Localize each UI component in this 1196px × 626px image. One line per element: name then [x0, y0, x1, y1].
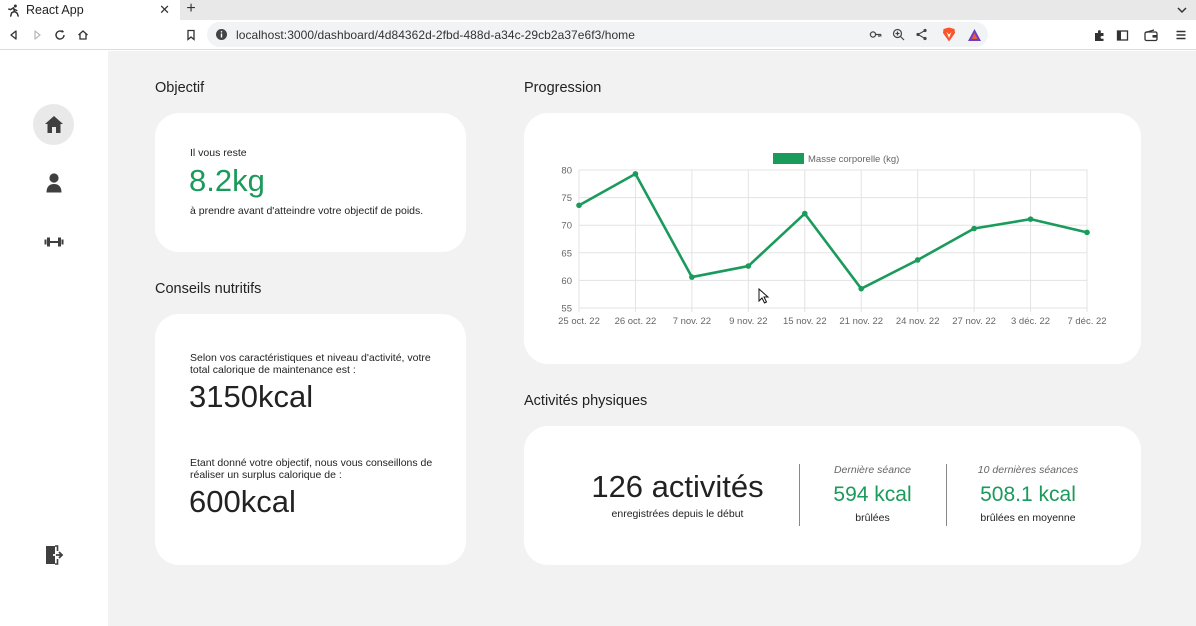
- x-tick-label: 27 nov. 22: [952, 316, 996, 327]
- progression-title: Progression: [524, 80, 602, 96]
- nav-profile[interactable]: [33, 162, 74, 203]
- legend-swatch: [773, 153, 804, 164]
- data-point: [858, 285, 865, 292]
- x-tick-label: 7 nov. 22: [673, 316, 711, 327]
- x-tick-label: 21 nov. 22: [839, 316, 883, 327]
- avg-sessions-label: 10 dernières séances: [977, 464, 1079, 476]
- address-bar[interactable]: localhost:3000/dashboard/4d84362d-2fbd-4…: [207, 22, 988, 47]
- rewards-triangle-icon[interactable]: [967, 27, 982, 42]
- conseils-card: Selon vos caractéristiques et niveau d'a…: [155, 314, 466, 565]
- tab-title: React App: [26, 3, 84, 17]
- activites-title: Activités physiques: [524, 393, 648, 409]
- series-line: [578, 172, 1088, 290]
- y-tick-label: 75: [561, 193, 572, 204]
- y-tick-label: 70: [561, 221, 572, 232]
- activity-count: 126 activités: [591, 469, 764, 504]
- user-icon: [46, 172, 62, 193]
- share-icon[interactable]: [914, 27, 929, 42]
- url-text: localhost:3000/dashboard/4d84362d-2fbd-4…: [236, 27, 635, 42]
- close-tab-icon[interactable]: ✕: [159, 2, 170, 18]
- activity-count-sub: enregistrées depuis le début: [611, 508, 744, 520]
- avg-sessions-sub: brûlées en moyenne: [980, 512, 1076, 524]
- menu-icon[interactable]: [1173, 27, 1189, 43]
- data-point: [1027, 216, 1034, 222]
- weight-line-chart: 55 60 65 70 75 80 25 oct. 22 26 oct. 22 7 nov. 2…: [558, 153, 1107, 327]
- zoom-icon[interactable]: [891, 27, 906, 42]
- surplus-value: 600kcal: [189, 484, 296, 519]
- divider: [799, 464, 800, 526]
- y-tick-label: 55: [561, 304, 572, 315]
- browser-tab-bar: React App ✕ +: [0, 0, 1196, 20]
- nav-logout[interactable]: [33, 534, 74, 575]
- data-point: [576, 202, 582, 209]
- objectif-title: Objectif: [155, 80, 205, 96]
- data-point: [971, 225, 977, 232]
- key-icon[interactable]: [868, 27, 883, 42]
- extensions-icon[interactable]: [1091, 27, 1107, 43]
- browser-toolbar: localhost:3000/dashboard/4d84362d-2fbd-4…: [0, 20, 1196, 50]
- tab-list-chevron-icon[interactable]: [1176, 3, 1188, 15]
- maintenance-value: 3150kcal: [189, 379, 314, 414]
- objectif-card: Il vous reste 8.2kg à prendre avant d'at…: [155, 113, 466, 252]
- browser-tab[interactable]: React App ✕: [0, 0, 180, 20]
- divider: [946, 464, 947, 526]
- dashboard-app: Objectif Il vous reste 8.2kg à prendre a…: [0, 51, 1196, 626]
- progression-card: 55 60 65 70 75 80 25 oct. 22 26 oct. 22 7 nov. 2…: [524, 113, 1141, 364]
- bookmark-icon[interactable]: [183, 27, 199, 43]
- maintenance-text: Selon vos caractéristiques et niveau d'a…: [190, 352, 431, 376]
- nav-activities[interactable]: [33, 221, 74, 262]
- y-tick-label: 60: [561, 276, 572, 287]
- forward-icon[interactable]: [29, 27, 45, 43]
- data-point: [689, 274, 695, 280]
- home-icon: [44, 115, 64, 134]
- sidebar: [0, 51, 108, 626]
- x-tick-label: 3 déc. 22: [1011, 316, 1050, 327]
- reload-icon[interactable]: [52, 27, 68, 43]
- data-point: [745, 263, 752, 269]
- data-point: [801, 210, 808, 217]
- x-tick-label: 24 nov. 22: [896, 316, 940, 327]
- last-session-label: Dernière séance: [833, 464, 912, 476]
- objectif-post-text: à prendre avant d'atteindre votre object…: [190, 205, 424, 217]
- running-icon: [6, 3, 20, 17]
- legend-label: Masse corporelle (kg): [808, 154, 899, 165]
- avg-sessions-value: 508.1 kcal: [980, 483, 1076, 506]
- nav-home[interactable]: [33, 104, 74, 145]
- last-session-value: 594 kcal: [833, 483, 912, 506]
- data-point: [1084, 229, 1090, 236]
- site-info-icon[interactable]: [215, 28, 228, 41]
- surplus-text: Etant donné votre objectif, nous vous co…: [190, 457, 433, 481]
- activites-card: 126 activités enregistrées depuis le déb…: [524, 426, 1141, 565]
- y-tick-label: 80: [561, 166, 572, 177]
- home-browser-icon[interactable]: [75, 27, 91, 43]
- objectif-pre-text: Il vous reste: [190, 147, 247, 159]
- objectif-value: 8.2kg: [189, 163, 265, 198]
- y-tick-label: 65: [561, 248, 572, 259]
- data-point: [632, 171, 639, 177]
- x-tick-label: 25 oct. 22: [558, 316, 600, 327]
- mouse-cursor: [758, 287, 770, 309]
- x-tick-label: 26 oct. 22: [615, 316, 657, 327]
- sidebar-toggle-icon[interactable]: [1114, 27, 1130, 43]
- x-tick-label: 7 déc. 22: [1067, 316, 1106, 327]
- x-tick-label: 15 nov. 22: [783, 316, 827, 327]
- x-tick-label: 9 nov. 22: [729, 316, 767, 327]
- last-session-sub: brûlées: [855, 512, 890, 524]
- logout-icon: [44, 544, 64, 565]
- conseils-title: Conseils nutritifs: [155, 281, 262, 297]
- data-point: [914, 257, 921, 263]
- brave-shield-icon[interactable]: [941, 27, 956, 42]
- wallet-icon[interactable]: [1143, 27, 1159, 43]
- dumbbell-icon: [44, 236, 64, 248]
- new-tab-icon[interactable]: +: [184, 0, 198, 18]
- back-icon[interactable]: [6, 27, 22, 43]
